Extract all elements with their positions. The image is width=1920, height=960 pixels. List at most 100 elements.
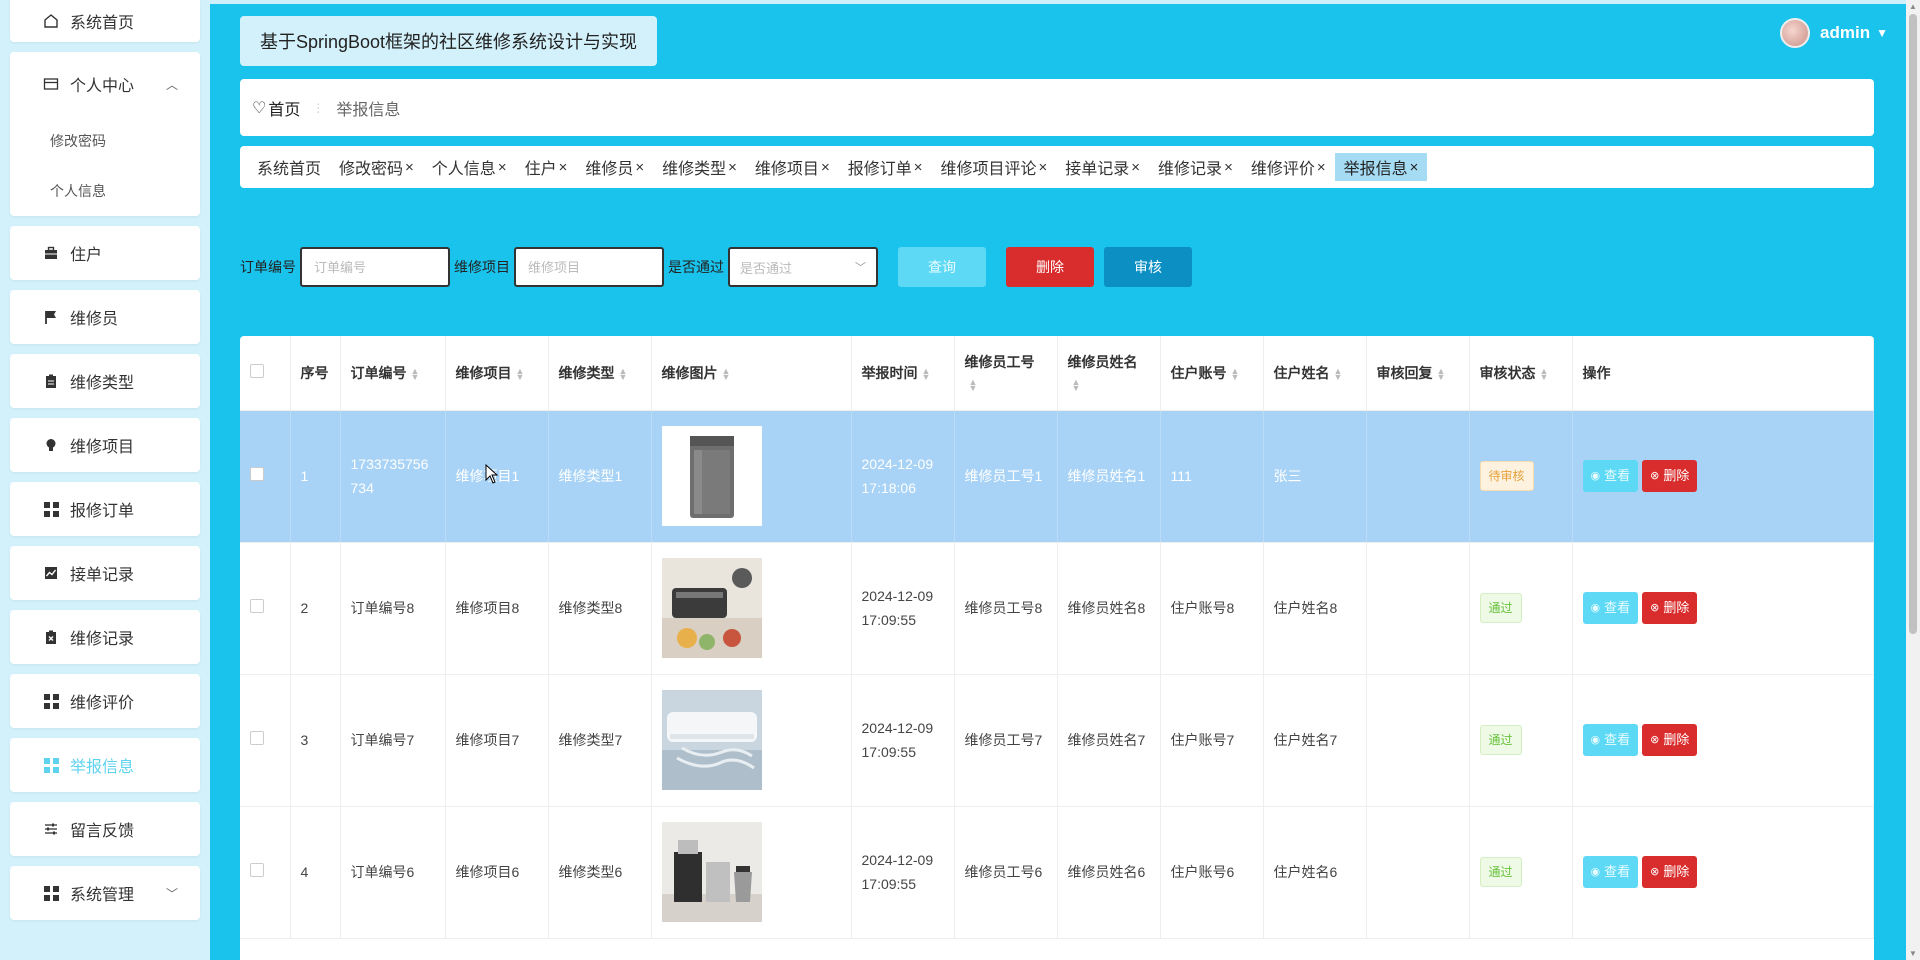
tab-residents[interactable]: 住户 × — [516, 153, 577, 181]
scroll-down-icon[interactable]: ▼ — [1909, 949, 1917, 958]
close-icon[interactable]: × — [914, 159, 923, 176]
tab-project-comments[interactable]: 维修项目评论 × — [931, 153, 1056, 181]
column-header[interactable]: 订单编号 ▲ ▼ — [340, 336, 446, 411]
sort-icon[interactable]: ▲ ▼ — [619, 367, 628, 382]
coffee-machine-image[interactable] — [661, 822, 762, 922]
close-icon[interactable]: × — [559, 159, 568, 176]
delete-button[interactable]: ⊗ 删除 — [1642, 460, 1698, 492]
query-button[interactable]: 查询 — [898, 247, 986, 287]
tab-reports[interactable]: 举报信息 × — [1334, 153, 1428, 181]
cell-image — [651, 674, 852, 807]
washing-machine-image[interactable] — [661, 426, 762, 526]
cell-type: 维修类型6 — [548, 806, 652, 939]
sidebar-item-feedback[interactable]: 留言反馈 — [10, 802, 200, 856]
batch-delete-button[interactable]: 删除 — [1006, 247, 1094, 287]
tab-change-password[interactable]: 修改密码 × — [330, 153, 423, 181]
close-icon[interactable]: × — [728, 159, 737, 176]
column-header[interactable]: 审核状态 ▲ ▼ — [1469, 336, 1573, 411]
sort-icon[interactable]: ▲ ▼ — [922, 367, 931, 382]
sidebar-item-repair-types[interactable]: 维修类型 — [10, 354, 200, 408]
column-header[interactable]: 维修员姓名 ▲ ▼ — [1057, 336, 1161, 411]
close-icon[interactable]: × — [1317, 159, 1326, 176]
sort-icon[interactable]: ▲ ▼ — [1334, 367, 1343, 382]
row-checkbox[interactable] — [250, 863, 264, 877]
sort-icon[interactable]: ▲ ▼ — [1437, 367, 1446, 382]
view-button[interactable]: ◉ 查看 — [1582, 724, 1639, 756]
sidebar-item-personal[interactable]: 个人中心 ︿ — [10, 52, 200, 116]
air-conditioner-image[interactable] — [661, 690, 762, 790]
cell-time: 2024-12-09 17:09:55 — [851, 542, 955, 675]
table-row[interactable]: 3 订单编号7 维修项目7 维修类型7 2024-12-09 17:09:55 … — [240, 674, 1874, 807]
close-icon[interactable]: × — [821, 159, 830, 176]
column-header[interactable]: 住户姓名 ▲ ▼ — [1263, 336, 1367, 411]
sort-icon[interactable]: ▲ ▼ — [969, 378, 978, 393]
sort-icon[interactable]: ▲ ▼ — [516, 367, 525, 382]
column-header[interactable]: 住户账号 ▲ ▼ — [1160, 336, 1264, 411]
table-row[interactable]: 4 订单编号6 维修项目6 维修类型6 2024-12-09 17:09:55 … — [240, 806, 1874, 939]
kitchen-appliance-image[interactable] — [661, 558, 762, 658]
column-header[interactable]: 维修图片 ▲ ▼ — [651, 336, 852, 411]
view-button[interactable]: ◉ 查看 — [1582, 592, 1639, 624]
view-button[interactable]: ◉ 查看 — [1582, 460, 1639, 492]
sidebar-sub-change-password[interactable]: 修改密码 — [10, 116, 200, 166]
sidebar-item-repair-reviews[interactable]: 维修评价 — [10, 674, 200, 728]
close-icon[interactable]: × — [1224, 159, 1233, 176]
sort-icon[interactable]: ▲ ▼ — [1540, 367, 1549, 382]
tab-repair-types[interactable]: 维修类型 × — [653, 153, 746, 181]
sidebar-item-order-records[interactable]: 接单记录 — [10, 546, 200, 600]
cell-worker-name: 维修员姓名7 — [1057, 674, 1161, 807]
close-icon[interactable]: × — [635, 159, 644, 176]
user-menu[interactable]: admin ▼ — [1780, 18, 1888, 48]
view-button[interactable]: ◉ 查看 — [1582, 856, 1639, 888]
sidebar-item-residents[interactable]: 住户 — [10, 226, 200, 280]
column-header[interactable]: 举报时间 ▲ ▼ — [851, 336, 955, 411]
column-header[interactable]: 审核回复 ▲ ▼ — [1366, 336, 1470, 411]
tab-personal-info[interactable]: 个人信息 × — [423, 153, 516, 181]
sidebar-item-repair-orders[interactable]: 报修订单 — [10, 482, 200, 536]
delete-button[interactable]: ⊗ 删除 — [1642, 724, 1698, 756]
order-no-input[interactable] — [300, 247, 450, 287]
close-icon[interactable]: × — [405, 159, 414, 176]
sidebar-item-repair-records[interactable]: 维修记录 — [10, 610, 200, 664]
close-icon[interactable]: × — [1039, 159, 1048, 176]
column-header[interactable]: 维修项目 ▲ ▼ — [445, 336, 549, 411]
scroll-up-icon[interactable]: ▲ — [1909, 2, 1917, 11]
tab-workers[interactable]: 维修员 × — [576, 153, 653, 181]
tab-repair-orders[interactable]: 报修订单 × — [839, 153, 932, 181]
tab-home[interactable]: 系统首页 — [248, 153, 330, 181]
audit-button[interactable]: 审核 — [1104, 247, 1192, 287]
close-icon[interactable]: × — [1131, 159, 1140, 176]
column-header[interactable]: 维修员工号 ▲ ▼ — [954, 336, 1058, 411]
sidebar-item-home[interactable]: 系统首页 — [10, 0, 200, 42]
tab-repair-records[interactable]: 维修记录 × — [1149, 153, 1242, 181]
scrollbar-thumb[interactable] — [1909, 14, 1917, 634]
tab-order-records[interactable]: 接单记录 × — [1056, 153, 1149, 181]
close-icon[interactable]: × — [1410, 159, 1419, 176]
project-input[interactable] — [514, 247, 664, 287]
tab-repair-projects[interactable]: 维修项目 × — [746, 153, 839, 181]
vertical-scrollbar[interactable]: ▲ ▼ — [1906, 0, 1920, 960]
sidebar-item-reports[interactable]: 举报信息 — [10, 738, 200, 792]
sidebar-item-system[interactable]: 系统管理 ﹀ — [10, 866, 200, 920]
row-checkbox[interactable] — [250, 467, 264, 481]
breadcrumb-home[interactable]: ♡ 首页 — [252, 96, 300, 120]
delete-button[interactable]: ⊗ 删除 — [1642, 856, 1698, 888]
sort-icon[interactable]: ▲ ▼ — [1231, 367, 1240, 382]
close-icon[interactable]: × — [498, 159, 507, 176]
table-row[interactable]: 2 订单编号8 维修项目8 维修类型8 2024-12-09 17:09:55 … — [240, 542, 1874, 675]
tab-repair-reviews[interactable]: 维修评价 × — [1242, 153, 1335, 181]
row-checkbox[interactable] — [250, 599, 264, 613]
sidebar-item-repair-projects[interactable]: 维修项目 — [10, 418, 200, 472]
sort-icon[interactable]: ▲ ▼ — [722, 367, 731, 382]
sidebar-sub-personal-info[interactable]: 个人信息 — [10, 166, 200, 216]
tab-label: 报修订单 — [847, 161, 912, 178]
select-all-checkbox[interactable] — [250, 363, 264, 378]
pass-select[interactable]: 是否通过 ﹀ — [728, 247, 878, 287]
sort-icon[interactable]: ▲ ▼ — [1072, 378, 1081, 393]
column-header-label: 维修项目 — [455, 364, 512, 381]
sort-icon[interactable]: ▲ ▼ — [411, 367, 420, 382]
row-checkbox[interactable] — [250, 731, 264, 745]
column-header[interactable]: 维修类型 ▲ ▼ — [548, 336, 652, 411]
sidebar-item-workers[interactable]: 维修员 — [10, 290, 200, 344]
delete-button[interactable]: ⊗ 删除 — [1642, 592, 1698, 624]
